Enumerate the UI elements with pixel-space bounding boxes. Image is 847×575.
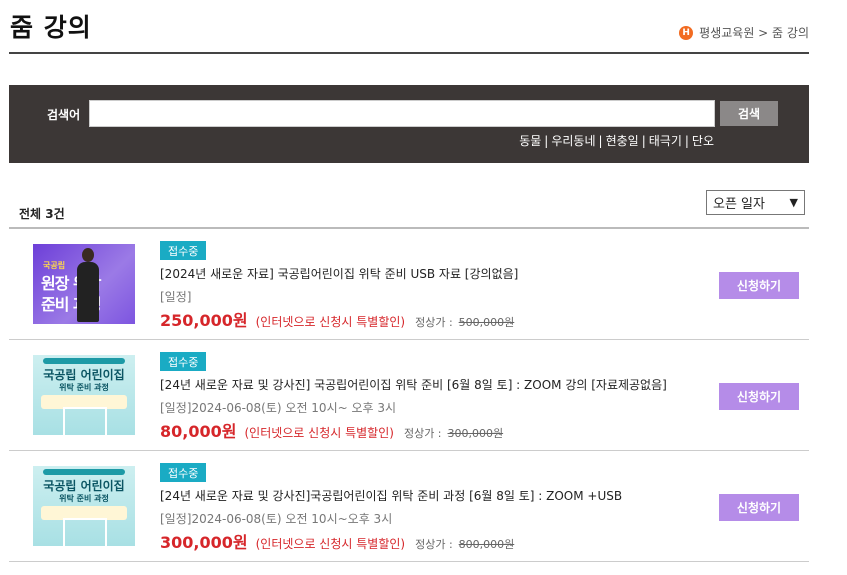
apply-button[interactable]: 신청하기 <box>719 272 799 299</box>
home-icon[interactable]: H <box>679 25 694 40</box>
status-badge: 접수중 <box>160 352 207 371</box>
keyword-separator: | <box>684 134 689 148</box>
keyword-link[interactable]: 현충일 <box>606 134 639 148</box>
keyword-separator: | <box>641 134 646 148</box>
course-thumbnail[interactable]: 국공립 어린이집 위탁 준비 과정 <box>33 355 135 435</box>
regular-price: 500,000원 <box>458 316 515 329</box>
breadcrumb: H 평생교육원 > 줌 강의 <box>679 24 809 41</box>
course-item: 국공립 어린이집 위탁 준비 과정 접수중 [24년 새로운 자료 및 강사진]… <box>9 451 809 562</box>
chevron-down-icon: ▼ <box>789 196 798 209</box>
discount-note: (인터넷으로 신청시 특별할인) <box>255 537 406 551</box>
regular-price-label: 정상가 : <box>415 538 453 551</box>
instructor-figure <box>77 248 99 322</box>
regular-price-label: 정상가 : <box>403 427 442 440</box>
course-title-link[interactable]: [24년 새로운 자료 및 강사진] 국공립어린이집 위탁 준비 [6월 8일 … <box>160 376 667 393</box>
course-item: 국공립 원장 위탁 준비 과정 접수중 [2024년 새로운 자료] 국공립어린… <box>9 229 809 340</box>
course-schedule: [일정]2024-06-08(토) 오전 10시~ 오후 3시 <box>160 401 397 415</box>
status-badge: 접수중 <box>160 463 207 482</box>
search-input[interactable] <box>89 100 715 127</box>
regular-price: 800,000원 <box>458 538 515 551</box>
sort-select[interactable]: 오픈 일자 ▼ <box>706 190 805 215</box>
thumbnail-text: 국공립 어린이집 <box>43 479 125 493</box>
thumbnail-text: 위탁 준비 과정 <box>59 383 109 392</box>
price-row: 80,000원 (인터넷으로 신청시 특별할인) 정상가 : 300,000원 <box>160 418 503 442</box>
course-schedule: [일정] <box>160 290 192 304</box>
keyword-separator: | <box>544 134 549 148</box>
thumbnail-banner <box>43 469 125 475</box>
apply-button[interactable]: 신청하기 <box>719 494 799 521</box>
course-thumbnail[interactable]: 국공립 원장 위탁 준비 과정 <box>33 244 135 324</box>
breadcrumb-path: 평생교육원 > 줌 강의 <box>699 26 809 40</box>
course-thumbnail[interactable]: 국공립 어린이집 위탁 준비 과정 <box>33 466 135 546</box>
search-panel: 검색어 검색 동물 | 우리동네 | 현충일 | 태극기 | 단오 <box>9 85 809 163</box>
keyword-link[interactable]: 우리동네 <box>551 134 595 148</box>
price-row: 250,000원 (인터넷으로 신청시 특별할인) 정상가 : 500,000원 <box>160 307 514 331</box>
search-button[interactable]: 검색 <box>720 101 778 126</box>
apply-button[interactable]: 신청하기 <box>719 383 799 410</box>
search-label: 검색어 <box>47 108 81 122</box>
discount-note: (인터넷으로 신청시 특별할인) <box>255 315 406 329</box>
course-schedule: [일정]2024-06-08(토) 오전 10시~오후 3시 <box>160 512 393 526</box>
keyword-link[interactable]: 단오 <box>692 134 714 148</box>
course-title-link[interactable]: [2024년 새로운 자료] 국공립어린이집 위탁 준비 USB 자료 [강의없… <box>160 265 518 282</box>
house-icon <box>63 518 107 546</box>
course-title-link[interactable]: [24년 새로운 자료 및 강사진]국공립어린이집 위탁 준비 과정 [6월 8… <box>160 487 622 504</box>
popular-keywords: 동물 | 우리동네 | 현충일 | 태극기 | 단오 <box>519 132 714 149</box>
regular-price: 300,000원 <box>447 427 504 440</box>
discount-note: (인터넷으로 신청시 특별할인) <box>244 426 394 440</box>
status-badge: 접수중 <box>160 241 207 260</box>
price-row: 300,000원 (인터넷으로 신청시 특별할인) 정상가 : 800,000원 <box>160 529 514 553</box>
keyword-separator: | <box>598 134 603 148</box>
total-count: 전체 3건 <box>19 207 65 221</box>
page-title: 줌 강의 <box>10 13 92 42</box>
sale-price: 80,000원 <box>160 422 237 441</box>
title-divider <box>9 52 809 54</box>
house-icon <box>63 407 107 435</box>
thumbnail-banner <box>43 358 125 364</box>
keyword-link[interactable]: 태극기 <box>649 134 682 148</box>
sale-price: 250,000원 <box>160 311 248 330</box>
thumbnail-text: 국공립 어린이집 <box>43 368 125 382</box>
regular-price-label: 정상가 : <box>415 316 453 329</box>
sale-price: 300,000원 <box>160 533 248 552</box>
keyword-link[interactable]: 동물 <box>519 134 541 148</box>
thumbnail-text: 위탁 준비 과정 <box>59 494 109 503</box>
sort-selected-value: 오픈 일자 <box>713 197 765 212</box>
course-item: 국공립 어린이집 위탁 준비 과정 접수중 [24년 새로운 자료 및 강사진]… <box>9 340 809 451</box>
